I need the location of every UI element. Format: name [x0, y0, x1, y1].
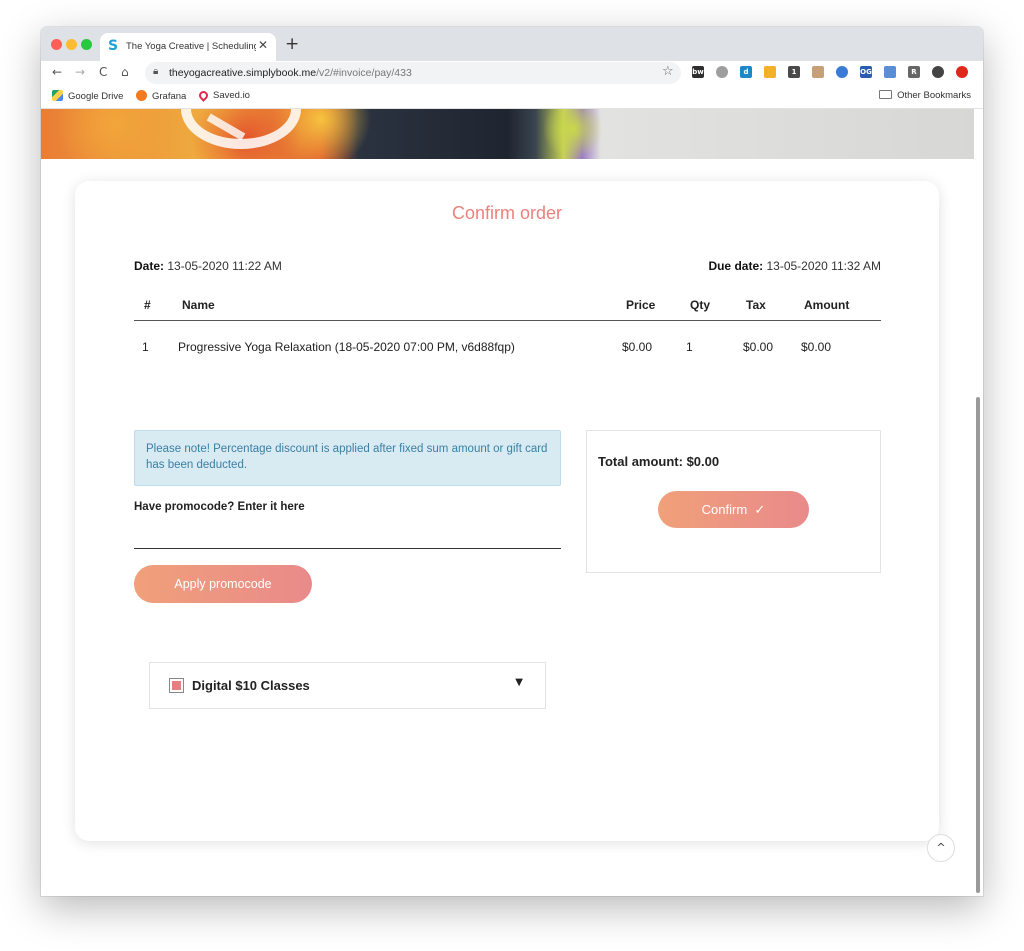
tab-strip: S The Yoga Creative | Scheduling ✕ +	[41, 27, 983, 61]
minimize-window-icon[interactable]	[66, 39, 77, 50]
column-header: #	[144, 298, 151, 312]
table-row: 1 Progressive Yoga Relaxation (18-05-202…	[134, 321, 881, 373]
invoice-date: Date: 13-05-2020 11:22 AM	[134, 259, 282, 273]
column-header: Price	[626, 298, 656, 312]
update-icon[interactable]	[956, 66, 968, 78]
column-header: Qty	[690, 298, 711, 312]
invoice-due-date: Due date: 13-05-2020 11:32 AM	[708, 259, 881, 273]
chevron-down-icon[interactable]: ▼	[515, 677, 523, 688]
lock-icon: 🔒︎	[153, 66, 159, 77]
browser-window: S The Yoga Creative | Scheduling ✕ + ← →…	[41, 27, 983, 896]
page-title: Confirm order	[451, 203, 563, 223]
scrollbar[interactable]	[976, 397, 980, 893]
promocode-label: Have promocode? Enter it here	[134, 501, 305, 513]
cell-price: $0.00	[622, 340, 653, 354]
cell-name: Progressive Yoga Relaxation (18-05-2020 …	[178, 340, 515, 354]
tab-active[interactable]: S The Yoga Creative | Scheduling ✕	[100, 33, 276, 61]
tab-title: The Yoga Creative | Scheduling	[126, 41, 256, 52]
banner-decoration	[181, 109, 301, 149]
folder-icon	[879, 90, 893, 99]
confirm-order-card: Confirm order Date: 13-05-2020 11:22 AM …	[75, 181, 939, 841]
bookmark-saved-io[interactable]: Saved.io	[197, 89, 250, 102]
other-bookmarks[interactable]: Other Bookmarks	[879, 90, 971, 101]
table-header: # Name Price Qty Tax Amount	[134, 289, 881, 321]
bookmark-star-icon[interactable]: ☆	[662, 64, 674, 79]
promocode-input[interactable]	[134, 527, 561, 549]
simplybook-favicon-icon: S	[108, 38, 119, 54]
reload-icon[interactable]: C	[99, 64, 107, 80]
back-icon[interactable]: ←	[52, 64, 62, 80]
confirm-button[interactable]: Confirm ✓	[658, 491, 809, 528]
forward-icon[interactable]: →	[75, 64, 85, 80]
new-tab-icon[interactable]: +	[285, 35, 299, 53]
address-bar[interactable]: 🔒︎ theyogacreative.simplybook.me/v2/#inv…	[145, 62, 681, 84]
url-text: theyogacreative.simplybook.me/v2/#invoic…	[169, 67, 412, 79]
face-icon[interactable]	[812, 66, 824, 78]
tab-close-icon[interactable]: ✕	[258, 38, 268, 52]
cell-amount: $0.00	[801, 340, 832, 354]
order-table: # Name Price Qty Tax Amount 1 Progressiv…	[134, 289, 881, 373]
maximize-window-icon[interactable]	[81, 39, 92, 50]
bw-icon[interactable]: bw	[692, 66, 704, 78]
apply-promocode-button[interactable]: Apply promocode	[134, 565, 312, 603]
heart-icon	[197, 89, 210, 102]
google-drive-icon	[52, 90, 63, 101]
home-icon[interactable]: ⌂	[121, 64, 129, 80]
bookmarks-bar: Google Drive Grafana Saved.io Other Book…	[41, 85, 983, 109]
cell-index: 1	[142, 340, 149, 354]
checkmark-icon: ✓	[754, 502, 766, 517]
package-checkbox[interactable]	[169, 678, 184, 693]
bookmark-google-drive[interactable]: Google Drive	[52, 90, 123, 102]
og-icon[interactable]: OG	[860, 66, 872, 78]
bookmark-grafana[interactable]: Grafana	[136, 90, 186, 102]
page-viewport: Confirm order Date: 13-05-2020 11:22 AM …	[41, 109, 983, 896]
package-selector[interactable]: Digital $10 Classes ▼	[149, 662, 546, 709]
d-icon[interactable]: d	[740, 66, 752, 78]
total-box: Total amount: $0.00 Confirm ✓	[586, 430, 881, 573]
cell-tax: $0.00	[743, 340, 774, 354]
cell-qty: 1	[686, 340, 693, 354]
onepassword-icon[interactable]: 1	[788, 66, 800, 78]
column-header: Tax	[746, 298, 766, 312]
close-window-icon[interactable]	[51, 39, 62, 50]
window-ext-icon[interactable]	[884, 66, 896, 78]
header-banner-image	[41, 109, 974, 159]
globe-ext-icon[interactable]	[836, 66, 848, 78]
account-icon[interactable]	[932, 66, 944, 78]
ext-grey-icon[interactable]	[716, 66, 728, 78]
confirm-label: Confirm	[701, 502, 748, 517]
column-header: Amount	[804, 298, 850, 312]
total-amount: Total amount: $0.00	[598, 454, 720, 469]
browser-toolbar: ← → C ⌂ 🔒︎ theyogacreative.simplybook.me…	[41, 61, 983, 85]
grafana-icon	[136, 90, 147, 101]
gear-ext-icon[interactable]	[764, 66, 776, 78]
discount-notice: Please note! Percentage discount is appl…	[134, 430, 561, 486]
scroll-to-top-button[interactable]: ^	[927, 834, 955, 862]
column-header: Name	[182, 298, 215, 312]
package-label: Digital $10 Classes	[192, 678, 310, 693]
r-icon[interactable]: R	[908, 66, 920, 78]
